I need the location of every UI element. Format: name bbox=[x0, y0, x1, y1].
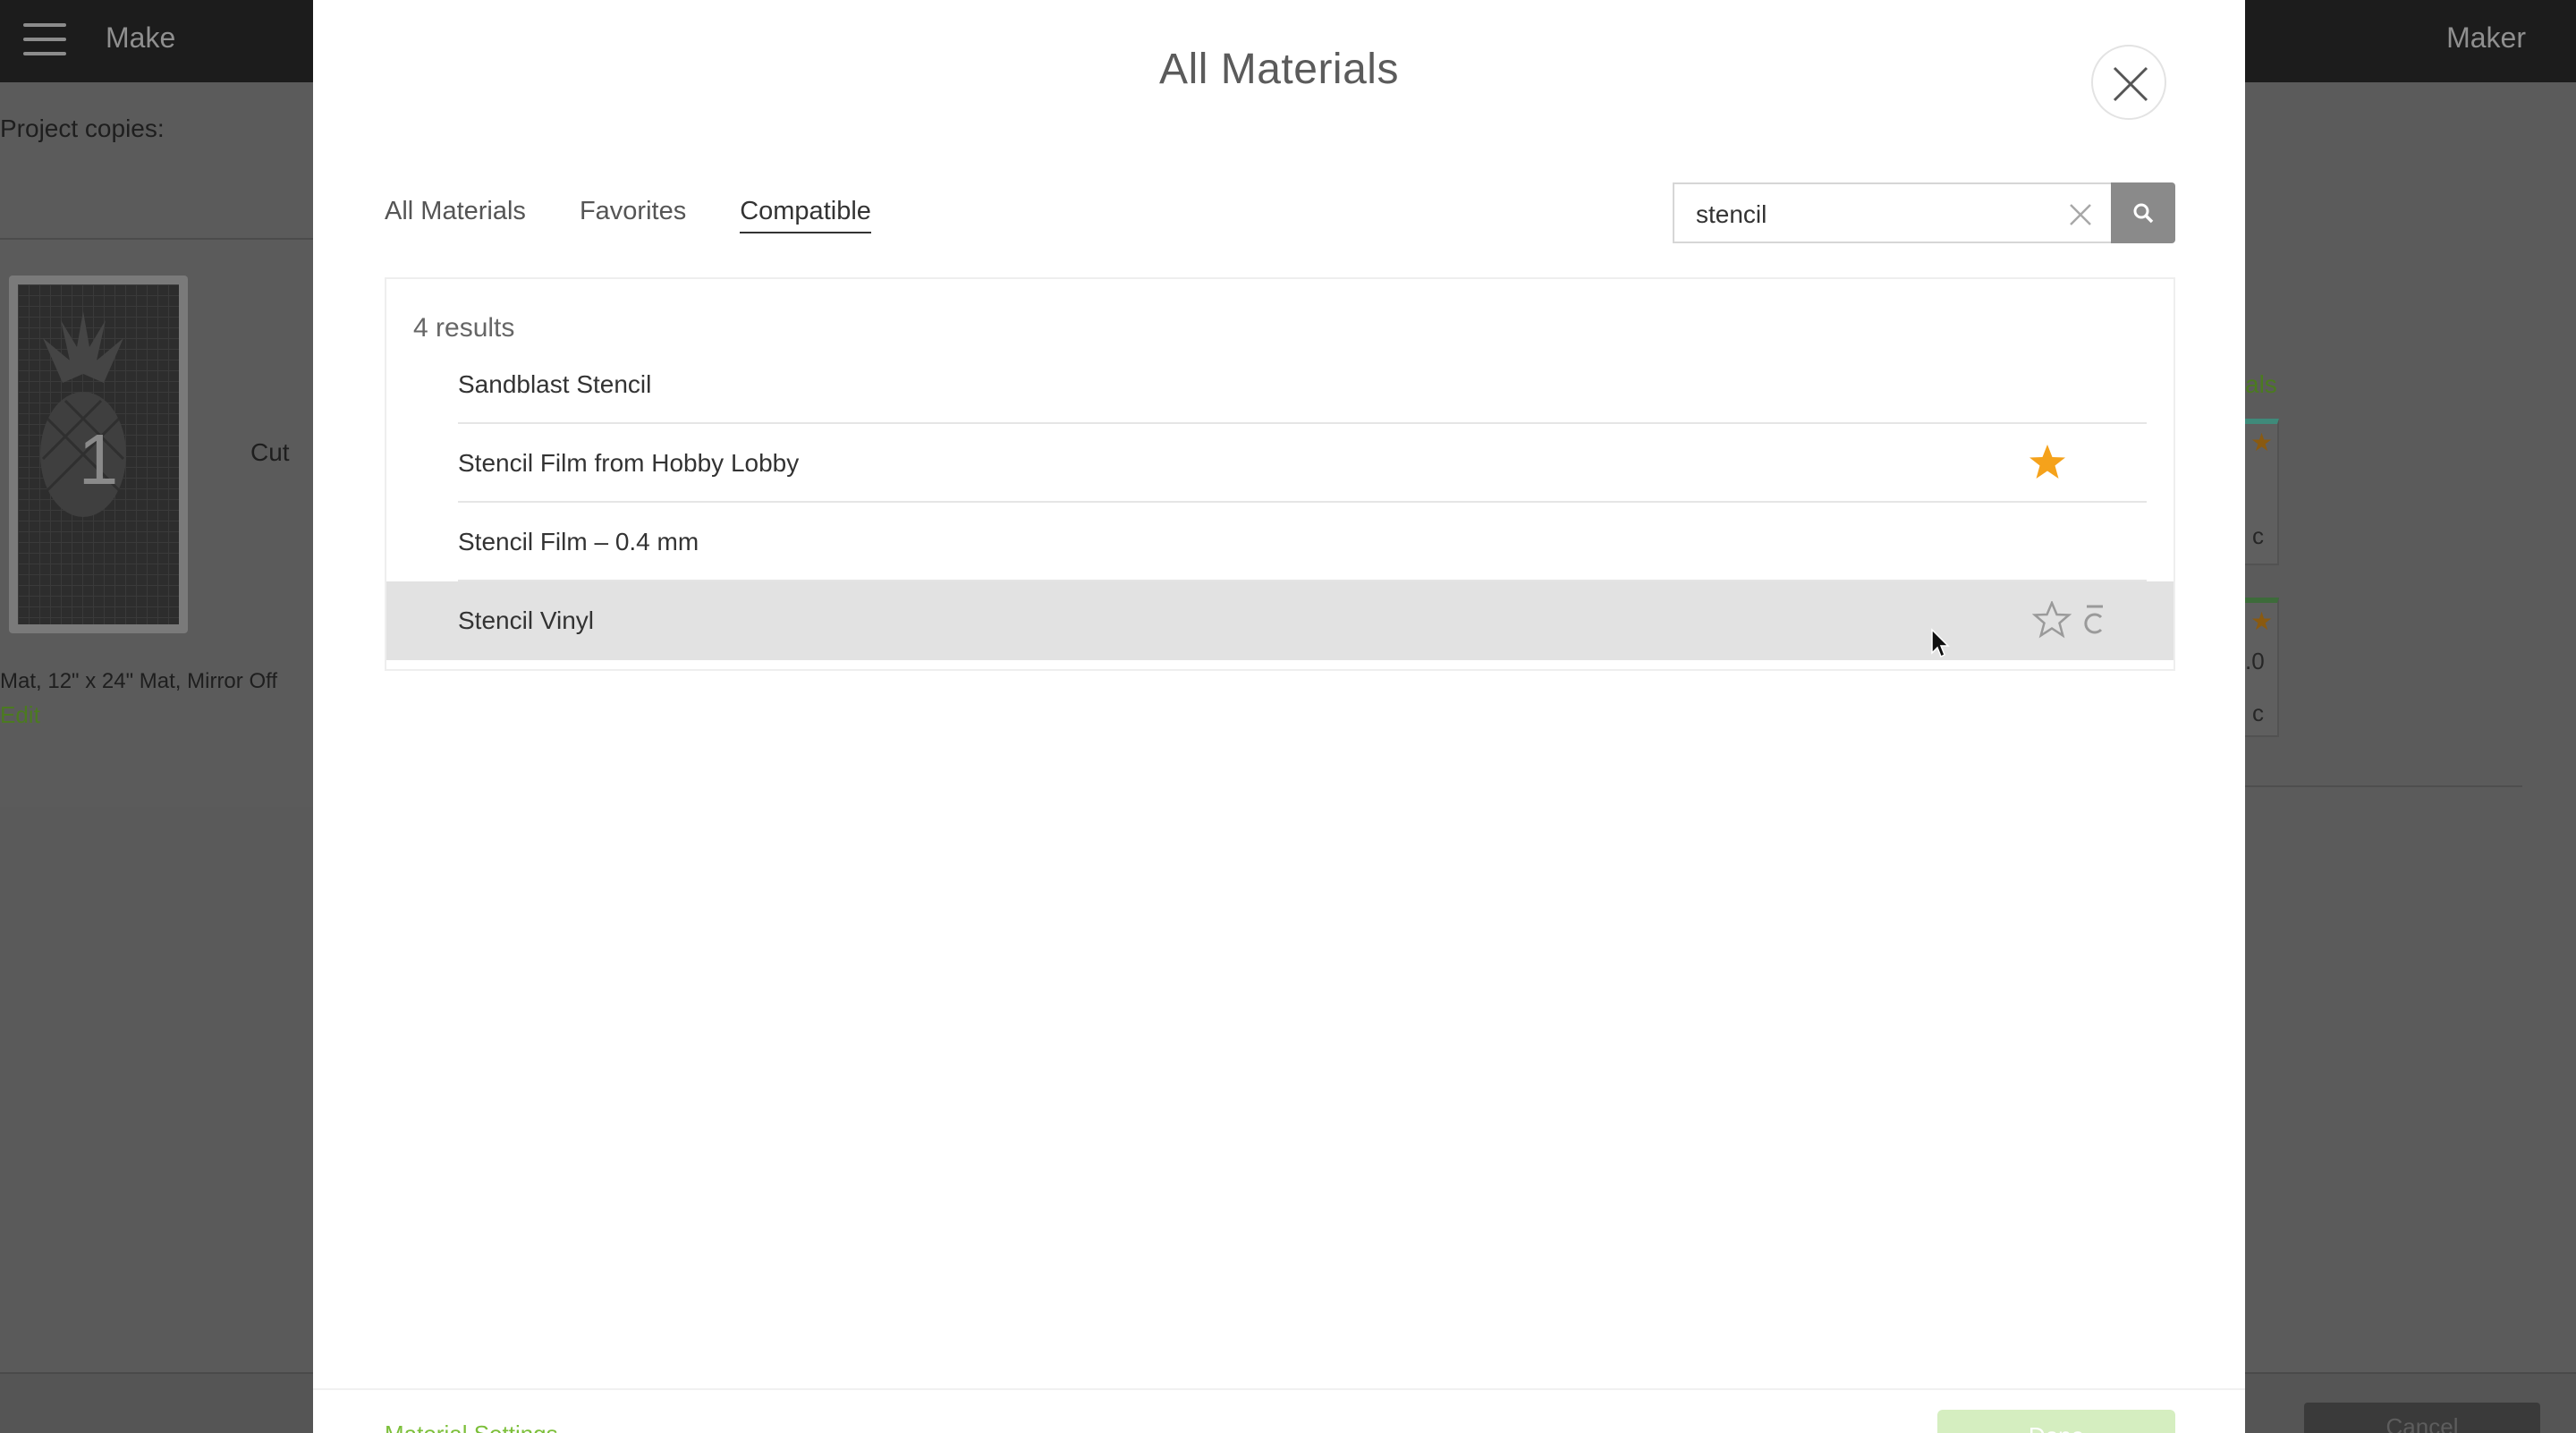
clear-search-icon[interactable] bbox=[2068, 202, 2093, 227]
material-name: Stencil Film from Hobby Lobby bbox=[458, 449, 800, 477]
material-settings-link[interactable]: Material Settings bbox=[385, 1420, 558, 1433]
list-item[interactable]: Stencil Vinyl bbox=[386, 581, 2174, 660]
card-value: .0 bbox=[2245, 648, 2265, 674]
mouse-cursor-icon bbox=[1931, 628, 1950, 658]
search-input[interactable]: stencil bbox=[1673, 182, 2111, 243]
done-button[interactable]: Done bbox=[1937, 1410, 2175, 1433]
results-list: Sandblast Stencil Stencil Film from Hobb… bbox=[386, 345, 2174, 660]
app-title: Make bbox=[106, 21, 176, 54]
hamburger-menu-icon[interactable] bbox=[23, 23, 66, 55]
project-copies-label: Project copies: bbox=[0, 114, 165, 142]
star-outline-icon[interactable] bbox=[2032, 601, 2072, 639]
recent-icon: c bbox=[2252, 700, 2264, 726]
recent-icon[interactable] bbox=[2080, 605, 2108, 637]
tab-compatible[interactable]: Compatible bbox=[740, 197, 871, 233]
favorite-star-icon[interactable] bbox=[2028, 444, 2067, 481]
star-icon: ★ bbox=[2250, 607, 2274, 635]
material-name: Stencil Film – 0.4 mm bbox=[458, 528, 699, 555]
material-card[interactable]: ★ .0 c bbox=[2245, 598, 2279, 737]
cut-label: Cut bbox=[250, 438, 290, 466]
modal-title: All Materials bbox=[1159, 46, 1399, 93]
modal-footer: Material Settings Done bbox=[313, 1388, 2245, 1433]
materials-sidebar: als ★ c ★ .0 c bbox=[2245, 82, 2576, 1433]
edit-link[interactable]: Edit bbox=[0, 701, 40, 729]
mat-number: 1 bbox=[78, 420, 119, 499]
search-input-value: stencil bbox=[1696, 200, 1767, 228]
material-name: Sandblast Stencil bbox=[458, 370, 652, 398]
mat-info: Mat, 12" x 24" Mat, Mirror Off bbox=[0, 669, 278, 693]
machine-name: Maker bbox=[2446, 21, 2526, 54]
list-item[interactable]: Stencil Film from Hobby Lobby bbox=[458, 424, 2147, 503]
search-icon bbox=[2133, 203, 2154, 224]
close-button[interactable] bbox=[2091, 45, 2166, 120]
tab-favorites[interactable]: Favorites bbox=[580, 197, 686, 233]
divider bbox=[0, 238, 313, 240]
recent-icon: c bbox=[2252, 522, 2264, 549]
all-materials-modal: All Materials All Materials Favorites Co… bbox=[313, 0, 2245, 1433]
star-icon: ★ bbox=[2250, 428, 2274, 456]
tab-all-materials[interactable]: All Materials bbox=[385, 197, 526, 233]
divider bbox=[2245, 785, 2522, 787]
cancel-button[interactable]: Cancel bbox=[2304, 1403, 2540, 1433]
search-button[interactable] bbox=[2111, 182, 2175, 243]
list-item[interactable]: Stencil Film – 0.4 mm bbox=[458, 503, 2147, 581]
close-icon bbox=[2113, 66, 2148, 102]
browse-materials-link[interactable]: als bbox=[2245, 370, 2277, 399]
material-tabs: All Materials Favorites Compatible bbox=[385, 197, 925, 233]
mat-preview-panel: Project copies: 1 Cut Mat, 12" x 24" Mat… bbox=[0, 82, 313, 807]
list-item[interactable]: Sandblast Stencil bbox=[458, 345, 2147, 424]
mat-thumbnail[interactable]: 1 bbox=[9, 276, 188, 633]
material-card[interactable]: ★ c bbox=[2245, 419, 2279, 565]
material-name: Stencil Vinyl bbox=[458, 606, 595, 634]
results-count: 4 results bbox=[413, 313, 515, 343]
results-panel: 4 results Sandblast Stencil Stencil Film… bbox=[385, 277, 2175, 671]
